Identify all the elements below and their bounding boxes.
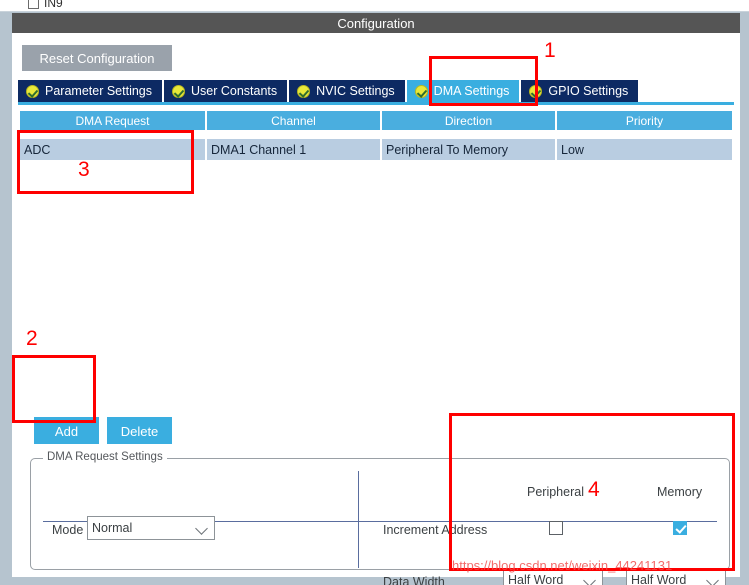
add-button[interactable]: Add: [34, 417, 99, 444]
table-body: ADC DMA1 Channel 1 Peripheral To Memory Low: [20, 139, 732, 160]
check-circle-icon: [529, 84, 543, 98]
frame-left-edge: [0, 12, 12, 585]
window-title: Configuration: [337, 15, 415, 31]
table-header-cell[interactable]: DMA Request: [20, 111, 207, 130]
tab-user-constants[interactable]: User Constants: [164, 80, 290, 102]
configuration-panel: Reset Configuration Parameter Settings Us…: [12, 33, 740, 585]
configuration-window: IN9 Configuration Reset Configuration Pa…: [0, 0, 749, 585]
tab-gpio-settings[interactable]: GPIO Settings: [521, 80, 641, 102]
tab-label: User Constants: [191, 84, 278, 98]
frame-right-edge: [740, 12, 749, 585]
dma-request-table: DMA Request Channel Direction Priority ADC D…: [20, 111, 732, 160]
mode-label: Mode: [52, 523, 84, 537]
peripheral-increment-checkbox[interactable]: [549, 521, 563, 535]
increment-address-label: Increment Address: [383, 523, 488, 537]
tab-nvic-settings[interactable]: NVIC Settings: [289, 80, 407, 102]
table-header-cell[interactable]: Priority: [557, 111, 732, 130]
dma-request-settings-group: DMA Request Settings Peripheral Memory M…: [30, 451, 730, 585]
table-cell: Peripheral To Memory: [382, 139, 557, 160]
memory-data-width-select[interactable]: Half Word: [626, 568, 726, 585]
tab-label: Parameter Settings: [45, 84, 152, 98]
tab-underline: [18, 102, 734, 105]
previous-panel-strip: IN9: [0, 0, 749, 12]
mode-select-value: Normal: [92, 521, 133, 535]
tab-parameter-settings[interactable]: Parameter Settings: [18, 80, 164, 102]
peripheral-data-width-select[interactable]: Half Word: [503, 568, 603, 585]
mode-select[interactable]: Normal: [87, 516, 215, 540]
memory-data-width-value: Half Word: [631, 573, 687, 585]
chevron-down-icon: [583, 574, 596, 585]
window-title-bar: Configuration: [12, 13, 740, 33]
table-header-row: DMA Request Channel Direction Priority: [20, 111, 732, 130]
delete-button[interactable]: Delete: [107, 417, 172, 444]
memory-column-label: Memory: [657, 485, 703, 499]
check-circle-icon: [172, 84, 185, 98]
tab-label: DMA Settings: [433, 84, 510, 98]
in9-label: IN9: [44, 0, 63, 10]
chevron-down-icon: [195, 522, 208, 535]
chevron-down-icon: [706, 574, 719, 585]
table-cell: ADC: [20, 139, 207, 160]
table-cell: DMA1 Channel 1: [207, 139, 382, 160]
vertical-separator: [358, 471, 359, 568]
check-circle-icon: [414, 84, 428, 98]
table-header-cell[interactable]: Channel: [207, 111, 382, 130]
tab-label: GPIO Settings: [548, 84, 629, 98]
peripheral-column-label: Peripheral: [527, 485, 584, 499]
table-actions: Add Delete: [34, 417, 172, 444]
check-circle-icon: [26, 84, 39, 98]
in9-checkbox[interactable]: [28, 0, 39, 9]
table-header-cell[interactable]: Direction: [382, 111, 557, 130]
table-cell: Low: [561, 142, 584, 157]
reset-configuration-button[interactable]: Reset Configuration: [22, 45, 172, 71]
tab-label: NVIC Settings: [316, 84, 395, 98]
check-circle-icon: [297, 84, 311, 98]
tab-dma-settings[interactable]: DMA Settings: [406, 80, 522, 102]
memory-increment-checkbox[interactable]: [673, 521, 687, 535]
peripheral-data-width-value: Half Word: [508, 573, 564, 585]
data-width-label: Data Width: [383, 575, 445, 585]
table-row[interactable]: ADC DMA1 Channel 1 Peripheral To Memory Low: [20, 139, 732, 160]
tab-bar: Parameter Settings User Constants NVIC Set…: [18, 80, 734, 102]
